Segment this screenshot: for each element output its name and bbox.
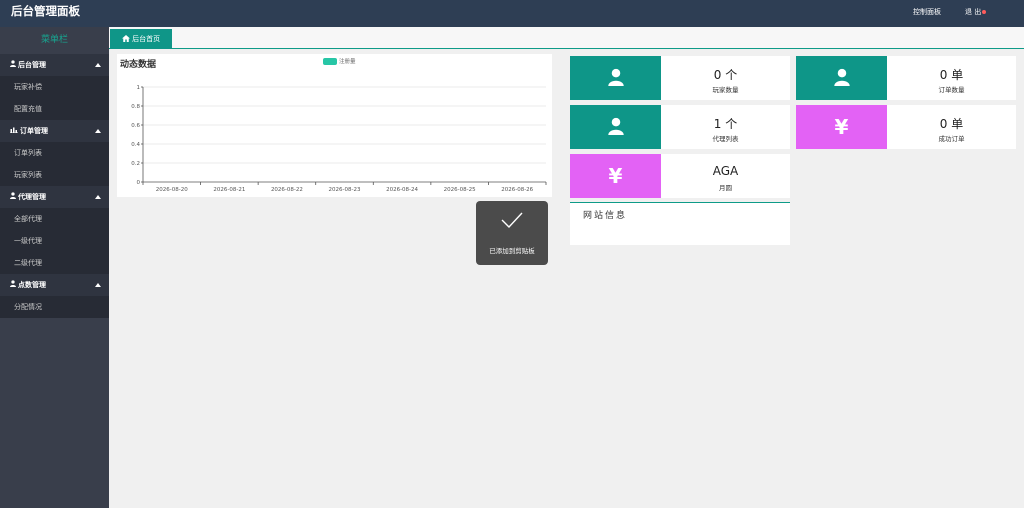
sidebar-item-all-agents[interactable]: 全部代理	[0, 208, 109, 230]
sidebar-item-level1-agents[interactable]: 一级代理	[0, 230, 109, 252]
stat-icon-box	[570, 56, 661, 100]
toast-message: 已添加到剪贴板	[489, 247, 535, 255]
chart-title: 动态数据	[120, 60, 157, 70]
sidebar: 菜单栏 后台管理 玩家补偿 配置充值 订单管理 订单列表 玩家列表 代理管理 全…	[0, 27, 109, 508]
x-tick-label: 2026-08-23	[329, 187, 361, 193]
stat-value: 1 个	[713, 117, 738, 131]
stat-value: AGA	[712, 164, 739, 178]
top-bar: 后台管理面板 控制面板 退 出	[0, 0, 1024, 27]
stat-label: 成功订单	[938, 135, 965, 143]
sidebar-item-recharge-config[interactable]: 配置充值	[0, 98, 109, 120]
stat-icon-box: ¥	[570, 154, 661, 198]
chevron-up-icon	[95, 129, 101, 133]
stat-icon-box	[796, 56, 887, 100]
user-icon	[607, 117, 624, 137]
stat-icon-box: ¥	[796, 105, 887, 149]
x-tick-label: 2026-08-22	[271, 187, 303, 193]
user-icon	[833, 68, 850, 88]
stat-label: 月圆	[719, 184, 732, 192]
sidebar-group-admin[interactable]: 后台管理	[0, 54, 109, 76]
sidebar-item-allocation[interactable]: 分配情况	[0, 296, 109, 318]
y-tick-label: 1	[137, 85, 141, 91]
sidebar-item-order-list[interactable]: 订单列表	[0, 142, 109, 164]
stat-value: 0 个	[713, 68, 738, 82]
user-icon	[607, 68, 624, 88]
logout-label: 退 出	[965, 8, 982, 16]
y-tick-label: 0.6	[131, 123, 140, 129]
sidebar-item-player-compensation[interactable]: 玩家补偿	[0, 76, 109, 98]
x-tick-label: 2026-08-24	[386, 187, 418, 193]
sidebar-group-label: 后台管理	[18, 61, 46, 69]
stat-player-count: 0 个 玩家数量	[570, 56, 790, 100]
legend-swatch	[323, 58, 337, 65]
logout-dot-icon	[982, 10, 987, 14]
stat-icon-box	[570, 105, 661, 149]
chart-svg: 0 0.2 0.4 0.6 0.8 1 2026-08-20 2026-08-21 2026-0…	[131, 85, 547, 193]
x-tick-label: 2026-08-26	[501, 187, 533, 193]
sidebar-group-points[interactable]: 点数管理	[0, 274, 109, 296]
user-icon	[10, 54, 16, 76]
sidebar-item-level2-agents[interactable]: 二级代理	[0, 252, 109, 274]
site-info-title: 网站信息	[583, 211, 628, 221]
user-icon	[10, 274, 16, 296]
sidebar-item-player-list[interactable]: 玩家列表	[0, 164, 109, 186]
bar-chart-icon	[10, 120, 18, 142]
stat-successful-orders: ¥ 0 单 成功订单	[796, 105, 1016, 149]
stat-monthly: ¥ AGA 月圆	[570, 154, 790, 198]
stat-agent-list: 1 个 代理列表	[570, 105, 790, 149]
site-info-card: 网站信息	[570, 202, 790, 245]
stat-value: 0 单	[939, 117, 964, 131]
sidebar-group-agents[interactable]: 代理管理	[0, 186, 109, 208]
menu-title: 菜单栏	[40, 35, 68, 45]
x-tick-label: 2026-08-20	[156, 187, 188, 193]
chevron-up-icon	[95, 283, 101, 287]
toast-notification: 已添加到剪贴板	[476, 201, 548, 265]
y-tick-label: 0	[137, 180, 141, 186]
y-tick-label: 0.4	[131, 142, 140, 148]
yen-icon: ¥	[608, 164, 623, 188]
stat-label: 订单数量	[938, 86, 965, 94]
legend-label: 注册量	[339, 59, 356, 65]
x-tick-label: 2026-08-25	[444, 187, 476, 193]
y-tick-label: 0.2	[131, 161, 140, 167]
tab-bar: 后台首页	[109, 27, 1024, 49]
check-icon	[500, 210, 524, 232]
y-tick-label: 0.8	[131, 104, 140, 110]
x-tick-label: 2026-08-21	[213, 187, 245, 193]
stat-label: 代理列表	[712, 135, 739, 143]
yen-icon: ¥	[834, 115, 849, 139]
app-title: 后台管理面板	[11, 4, 80, 18]
sidebar-group-label: 代理管理	[18, 193, 46, 201]
home-icon	[121, 35, 130, 43]
user-icon	[10, 186, 16, 208]
sidebar-group-label: 订单管理	[20, 127, 48, 135]
stat-value: 0 单	[939, 68, 964, 82]
stat-order-count: 0 单 订单数量	[796, 56, 1016, 100]
sidebar-group-label: 点数管理	[18, 281, 46, 289]
chart-legend[interactable]: 注册量	[323, 57, 356, 65]
control-panel-link[interactable]: 控制面板	[913, 7, 941, 17]
logout-link[interactable]: 退 出	[965, 7, 987, 17]
stat-label: 玩家数量	[712, 86, 739, 94]
tab-label: 后台首页	[132, 35, 161, 43]
chevron-up-icon	[95, 195, 101, 199]
tab-home[interactable]: 后台首页	[110, 29, 172, 49]
chevron-up-icon	[95, 63, 101, 67]
sidebar-group-orders[interactable]: 订单管理	[0, 120, 109, 142]
chart-card: 0 0.2 0.4 0.6 0.8 1 2026-08-20 2026-08-21 2026-0…	[117, 54, 552, 197]
